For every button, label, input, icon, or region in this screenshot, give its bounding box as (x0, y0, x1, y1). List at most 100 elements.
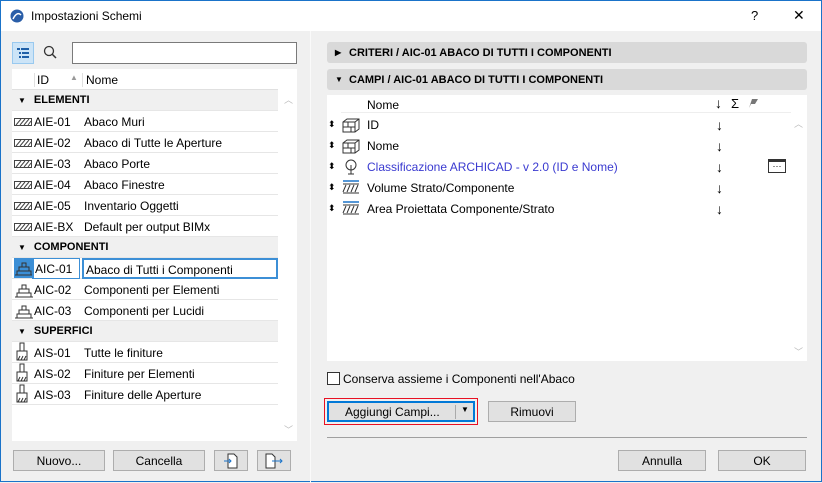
item-name: Finiture per Elementi (84, 367, 195, 381)
field-type-icon (341, 138, 361, 157)
scroll-up-arrow[interactable]: ︿ (794, 117, 803, 130)
sort-icon[interactable]: ↓ (716, 117, 723, 133)
group-label: COMPONENTI (33, 241, 109, 253)
close-button[interactable]: ✕ (793, 7, 805, 24)
field-row[interactable]: ⬍ ID ↓ (327, 114, 787, 135)
list-item[interactable]: AIS-03 Finiture delle Aperture (12, 384, 278, 405)
collapse-triangle-icon: ▼ (18, 242, 26, 252)
scroll-up-arrow[interactable]: ︿ (284, 93, 293, 106)
fields-header: Nome ↓ Σ (341, 95, 791, 113)
list-item[interactable]: AIE-03 Abaco Porte (12, 153, 278, 174)
schedule-type-icon (14, 305, 34, 322)
item-id: AIE-03 (34, 157, 71, 171)
sort-icon[interactable]: ↓ (716, 159, 723, 175)
field-row[interactable]: ⬍ Volume Strato/Componente ↓ (327, 177, 787, 198)
field-row[interactable]: ⬍ Nome ↓ (327, 135, 787, 156)
group-label: ELEMENTI (33, 94, 90, 106)
item-name: Finiture delle Aperture (84, 388, 202, 402)
item-id: AIE-BX (34, 220, 74, 234)
import-button[interactable] (214, 450, 248, 471)
window-title: Impostazioni Schemi (31, 9, 142, 23)
sort-ascending-icon: ▲ (70, 73, 78, 82)
keep-components-label: Conserva assieme i Componenti nell'Abaco (343, 372, 575, 386)
field-row[interactable]: ⬍ Classificazione ARCHICAD - v 2.0 (ID e… (327, 156, 787, 177)
search-input[interactable] (72, 42, 297, 64)
cancel-button[interactable]: Annulla (618, 450, 706, 471)
schedule-type-icon (14, 342, 30, 365)
flag-icon[interactable] (747, 97, 759, 109)
schedule-type-icon (14, 363, 30, 386)
sort-icon[interactable]: ↓ (716, 180, 723, 196)
sort-icon[interactable]: ↓ (716, 201, 723, 217)
item-id: AIS-01 (34, 346, 71, 360)
column-name[interactable]: Nome (82, 73, 118, 87)
schedule-type-icon (14, 258, 34, 278)
item-id: AIC-02 (34, 283, 72, 297)
group-header-componenti[interactable]: ▼ COMPONENTI (12, 237, 278, 258)
remove-button[interactable]: Rimuovi (488, 401, 576, 422)
list-item[interactable]: AIC-01 Abaco di Tutti i Componenti (12, 258, 278, 279)
item-name: Default per output BIMx (84, 220, 211, 234)
field-name[interactable]: Classificazione ARCHICAD - v 2.0 (ID e N… (367, 160, 618, 174)
fields-section-header[interactable]: ▼ CAMPI / AIC-01 ABACO DI TUTTI I COMPONE… (327, 69, 807, 90)
item-name: Abaco Muri (84, 115, 145, 129)
sort-icon[interactable]: ↓ (716, 138, 723, 154)
schedule-list: ID ▲ Nome ▼ ELEMENTI AIE-01 Abaco Muri AI… (12, 69, 297, 441)
fields-title: CAMPI / AIC-01 ABACO DI TUTTI I COMPONEN… (349, 73, 604, 86)
list-item[interactable]: AIE-04 Abaco Finestre (12, 174, 278, 195)
fields-table: Nome ↓ Σ ⬍ ID ↓ ⬍ Nome ↓ ⬍ Classificazio… (327, 95, 807, 361)
schedule-type-icon (14, 116, 32, 130)
new-button[interactable]: Nuovo... (13, 450, 105, 471)
drag-handle-icon[interactable]: ⬍ (328, 203, 336, 214)
drag-handle-icon[interactable]: ⬍ (328, 119, 336, 130)
drag-handle-icon[interactable]: ⬍ (328, 182, 336, 193)
collapse-triangle-icon: ▼ (18, 95, 26, 105)
column-sort[interactable]: ↓ (715, 95, 722, 111)
drag-handle-icon[interactable]: ⬍ (328, 140, 336, 151)
field-row[interactable]: ⬍ Area Proiettata Componente/Strato ↓ (327, 198, 787, 219)
list-item[interactable]: AIE-BX Default per output BIMx (12, 216, 278, 237)
help-button[interactable]: ? (751, 8, 758, 23)
item-name: Tutte le finiture (84, 346, 163, 360)
item-id: AIE-02 (34, 136, 71, 150)
add-fields-label: Aggiungi Campi... (345, 404, 440, 419)
import-icon (224, 453, 238, 468)
list-item[interactable]: AIS-02 Finiture per Elementi (12, 363, 278, 384)
collapse-triangle-icon: ▼ (18, 326, 26, 336)
field-type-icon (341, 201, 361, 218)
list-item[interactable]: AIE-01 Abaco Muri (12, 111, 278, 132)
ok-button[interactable]: OK (718, 450, 806, 471)
dialog-window: Impostazioni Schemi ? ✕ ID ▲ Nome ▼ ELEME… (0, 0, 822, 483)
drag-handle-icon[interactable]: ⬍ (328, 161, 336, 172)
search-icon[interactable] (42, 44, 58, 60)
criteria-section-header[interactable]: ▶ CRITERI / AIC-01 ABACO DI TUTTI I COMPO… (327, 42, 807, 63)
item-id: AIS-03 (34, 388, 71, 402)
delete-button[interactable]: Cancella (113, 450, 205, 471)
export-button[interactable] (257, 450, 291, 471)
column-sum[interactable]: Σ (731, 96, 739, 111)
item-id: AIC-03 (34, 304, 72, 318)
list-item[interactable]: AIE-05 Inventario Oggetti (12, 195, 278, 216)
list-item[interactable]: AIC-02 Componenti per Elementi (12, 279, 278, 300)
scroll-down-arrow[interactable]: ﹀ (794, 345, 803, 358)
more-options-icon[interactable]: ··· (768, 159, 786, 173)
title-bar: Impostazioni Schemi ? ✕ (1, 1, 821, 31)
list-item[interactable]: AIC-03 Componenti per Lucidi (12, 300, 278, 321)
add-fields-button[interactable]: Aggiungi Campi... ▼ (327, 401, 475, 422)
column-id[interactable]: ID (34, 73, 49, 87)
tree-view-toggle[interactable] (12, 42, 34, 64)
field-type-icon (341, 117, 361, 136)
list-item[interactable]: AIS-01 Tutte le finiture (12, 342, 278, 363)
column-name: Nome (367, 98, 400, 112)
group-header-elementi[interactable]: ▼ ELEMENTI (12, 90, 278, 111)
list-item[interactable]: AIE-02 Abaco di Tutte le Aperture (12, 132, 278, 153)
archicad-logo-icon (10, 9, 24, 23)
item-name: Abaco di Tutte le Aperture (84, 136, 223, 150)
group-header-superfici[interactable]: ▼ SUPERFICI (12, 321, 278, 342)
keep-components-checkbox[interactable] (327, 372, 340, 385)
dropdown-arrow-icon[interactable]: ▼ (461, 405, 469, 414)
item-name: Abaco Porte (84, 157, 151, 171)
schedule-type-icon (14, 384, 30, 407)
field-name: ID (367, 117, 379, 132)
scroll-down-arrow[interactable]: ﹀ (284, 423, 293, 436)
